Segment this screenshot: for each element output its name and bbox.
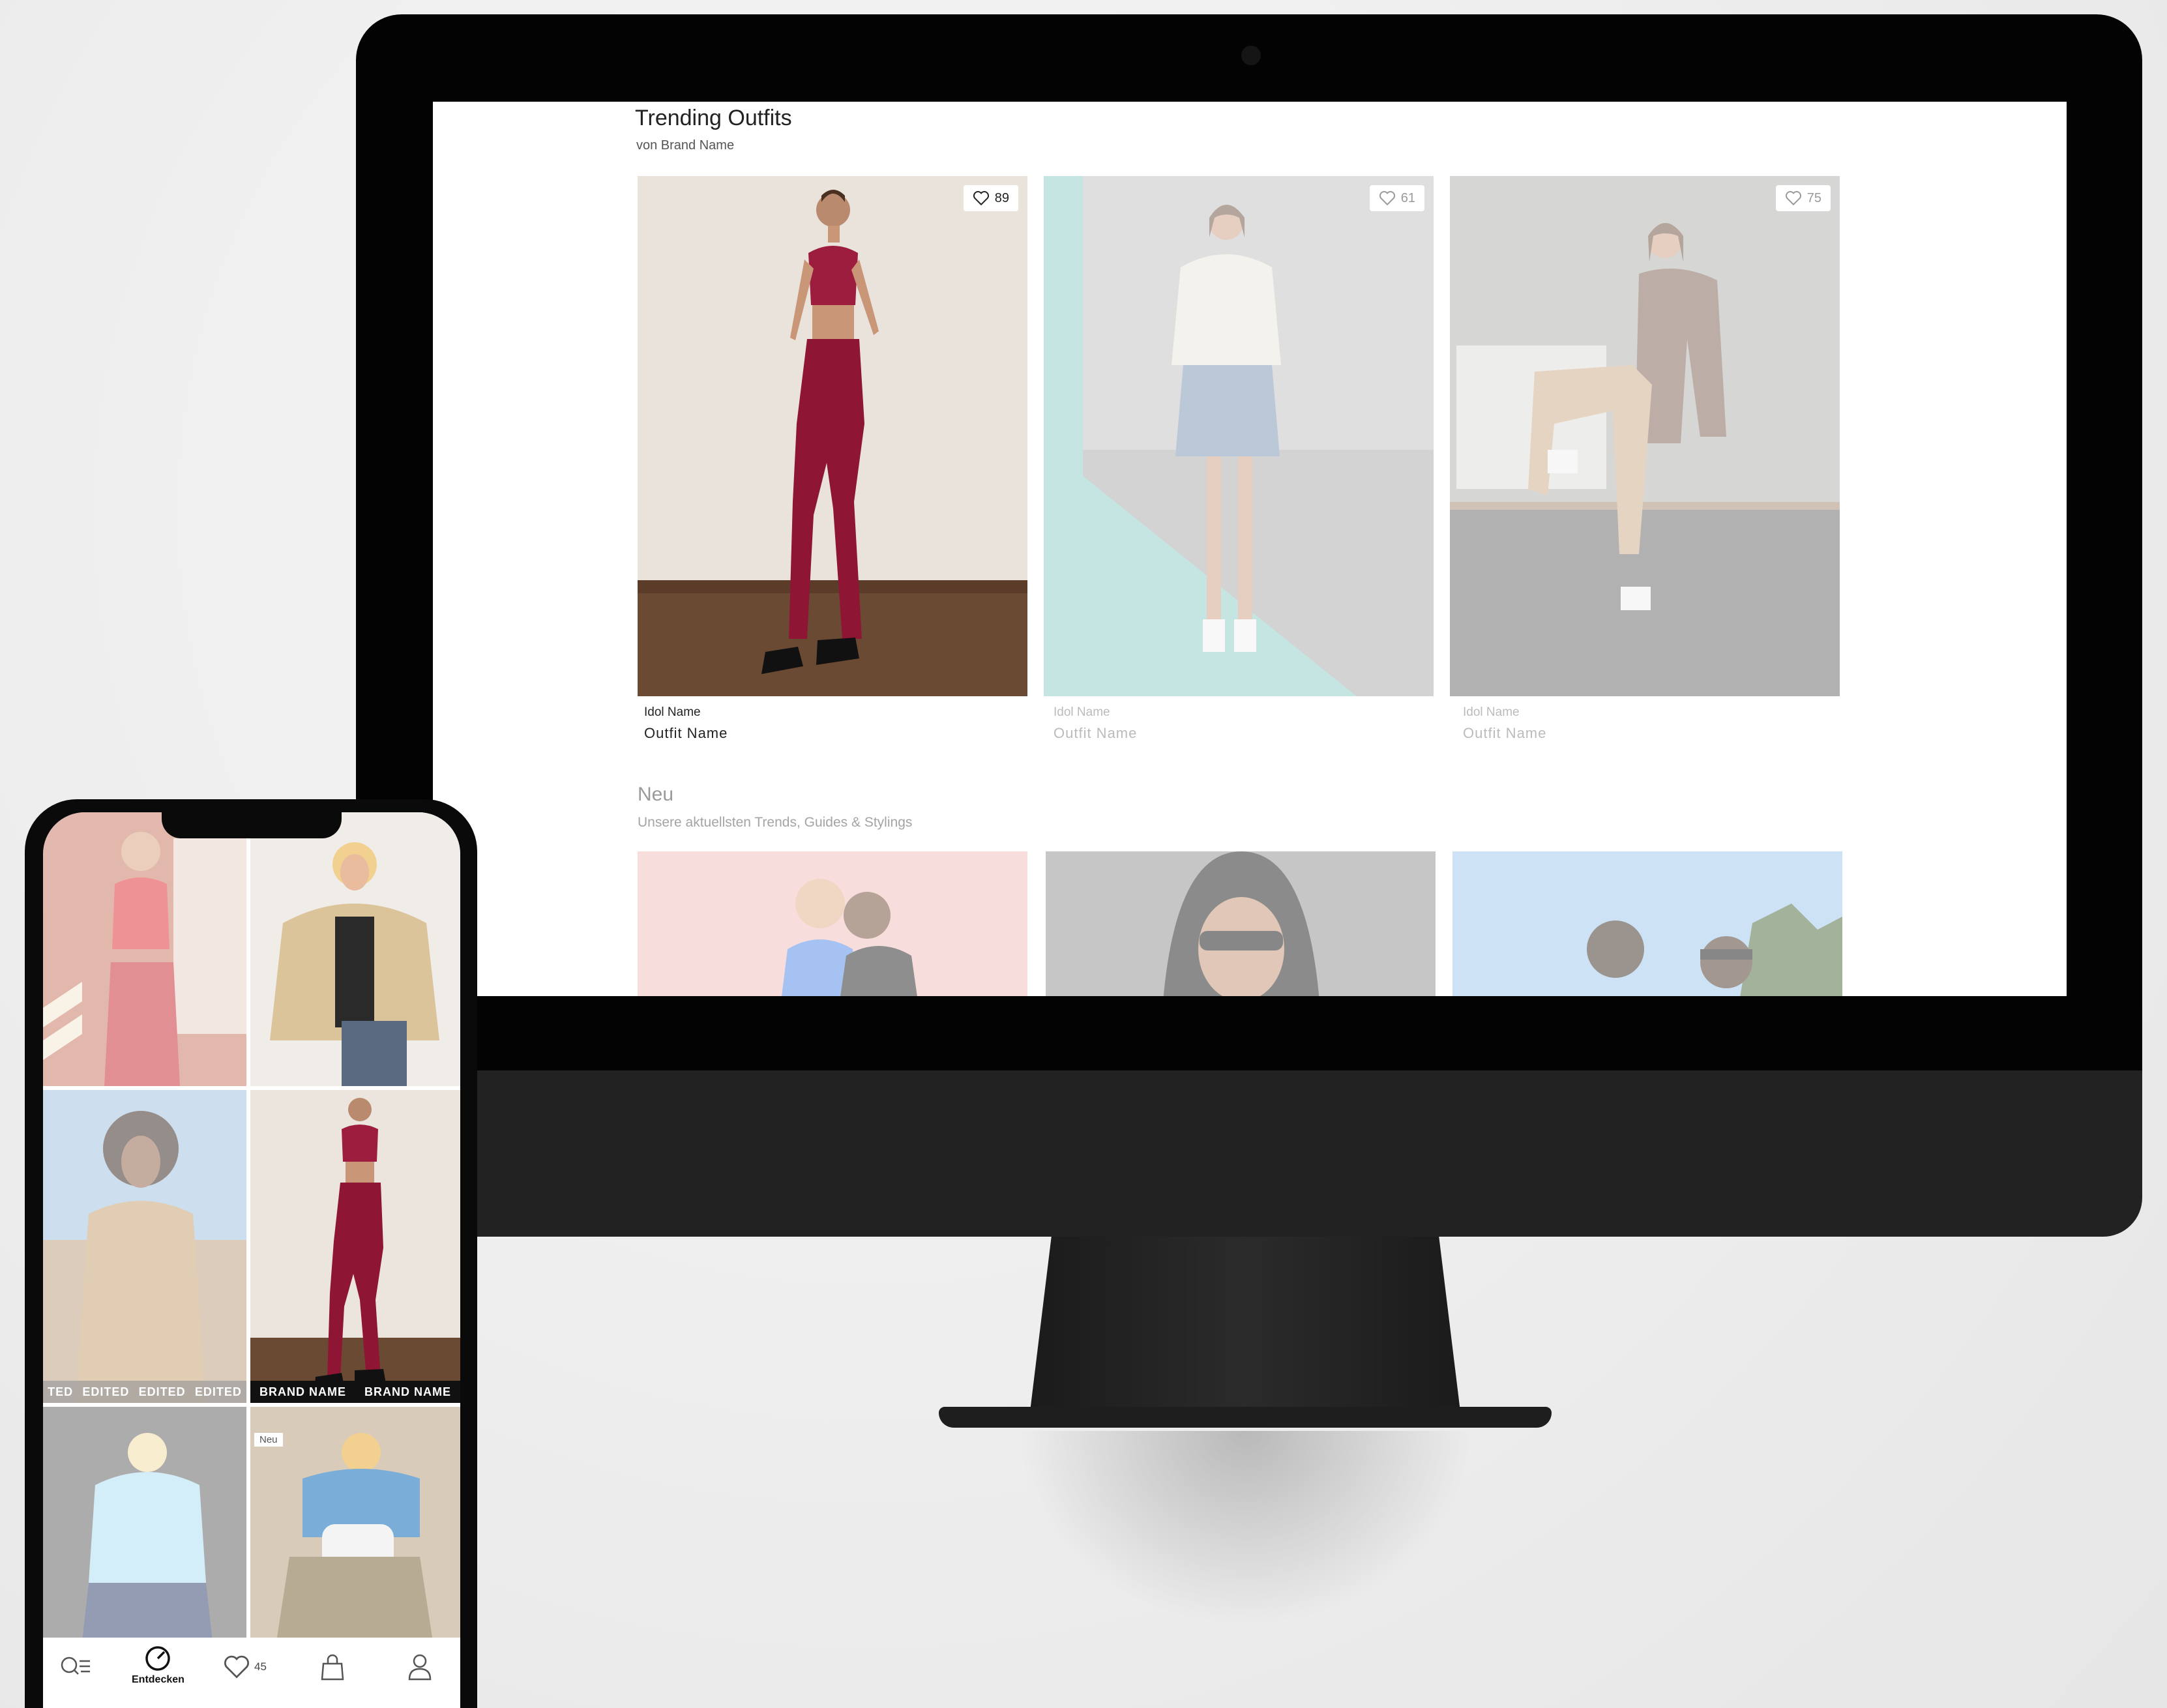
monitor-chin — [356, 1070, 2142, 1237]
edited-caption-strip: TED EDITED EDITED EDITED — [43, 1381, 246, 1403]
edited-label: EDITED — [194, 1385, 242, 1398]
feed-tile[interactable] — [43, 812, 246, 1086]
outfit-photo-1 — [638, 176, 1027, 696]
like-count: 61 — [1400, 190, 1415, 205]
feed-tile[interactable] — [250, 812, 460, 1086]
brand-caption-strip: BRAND NAME BRAND NAME — [250, 1381, 460, 1403]
heart-icon — [973, 191, 989, 206]
like-badge[interactable]: 89 — [963, 185, 1018, 211]
idol-name[interactable]: Idol Name — [644, 705, 701, 720]
feed-photo — [43, 1407, 246, 1642]
brand-label: BRAND NAME — [259, 1385, 346, 1398]
new-badge: Neu — [254, 1433, 283, 1447]
brand-label: BRAND NAME — [364, 1385, 451, 1398]
desktop-screen: Trending Outfits von Brand Name 89 Idol … — [433, 102, 2067, 996]
user-icon — [408, 1654, 432, 1681]
idol-name[interactable]: Idol Name — [1054, 705, 1110, 720]
search-list-icon — [61, 1656, 90, 1675]
heart-icon — [1379, 191, 1395, 206]
thumbnail-photo — [1046, 851, 1436, 996]
tab-discover-label: Entdecken — [132, 1674, 184, 1685]
edited-label: EDITED — [82, 1385, 130, 1398]
tab-favorites[interactable]: 45 — [223, 1655, 267, 1679]
thumbnail-photo — [1452, 851, 1842, 996]
tab-search[interactable] — [60, 1655, 91, 1678]
new-section-title: Neu — [638, 784, 674, 805]
idol-name[interactable]: Idol Name — [1463, 705, 1520, 720]
outfit-name[interactable]: Outfit Name — [644, 725, 728, 742]
new-thumbnail-3[interactable] — [1452, 851, 1842, 996]
outfit-card-3[interactable]: 75 — [1450, 176, 1840, 696]
feed-tile[interactable]: TED EDITED EDITED EDITED — [43, 1090, 246, 1403]
new-section-subtitle: Unsere aktuellsten Trends, Guides & Styl… — [638, 815, 913, 830]
feed-photo — [43, 812, 246, 1086]
favorites-count: 45 — [254, 1660, 267, 1673]
stand-shadow — [1017, 1431, 1473, 1627]
outfit-photo-2 — [1044, 176, 1434, 696]
heart-icon — [1785, 191, 1801, 206]
outfit-card-1[interactable]: 89 — [638, 176, 1027, 696]
new-thumbnail-1[interactable] — [638, 851, 1027, 996]
like-count: 75 — [1806, 190, 1821, 205]
monitor-stand — [1030, 1235, 1460, 1411]
heart-icon — [224, 1655, 249, 1679]
edited-label: TED — [48, 1385, 74, 1398]
feed-tile[interactable]: Neu — [250, 1407, 460, 1642]
trending-subtitle: von Brand Name — [636, 138, 735, 153]
tab-discover[interactable]: Entdecken — [132, 1644, 184, 1686]
thumbnail-photo — [638, 851, 1027, 996]
like-badge[interactable]: 61 — [1369, 185, 1424, 211]
compass-icon — [145, 1646, 171, 1671]
feed-photo — [250, 1090, 460, 1403]
phone-notch — [162, 812, 342, 838]
like-count: 89 — [994, 190, 1009, 205]
new-thumbnail-2[interactable] — [1046, 851, 1436, 996]
phone-screen: TED EDITED EDITED EDITED BRAND NAME BRAN… — [43, 812, 460, 1708]
feed-photo — [43, 1090, 246, 1403]
bottom-tab-bar: Entdecken 45 — [43, 1638, 460, 1708]
outfit-card-2[interactable]: 61 — [1044, 176, 1434, 696]
feed-photo — [250, 812, 460, 1086]
feed-tile[interactable] — [43, 1407, 246, 1642]
tab-profile[interactable] — [407, 1653, 433, 1681]
shopping-bag-icon — [321, 1654, 344, 1681]
trending-title: Trending Outfits — [635, 106, 792, 130]
outfit-name[interactable]: Outfit Name — [1054, 725, 1137, 742]
outfit-name[interactable]: Outfit Name — [1463, 725, 1546, 742]
webcam-icon — [1241, 46, 1261, 65]
like-badge[interactable]: 75 — [1775, 185, 1831, 211]
feed-tile[interactable]: BRAND NAME BRAND NAME — [250, 1090, 460, 1403]
tab-bag[interactable] — [319, 1653, 346, 1681]
outfit-photo-3 — [1450, 176, 1840, 696]
edited-label: EDITED — [138, 1385, 186, 1398]
monitor-stand-base — [939, 1407, 1552, 1428]
